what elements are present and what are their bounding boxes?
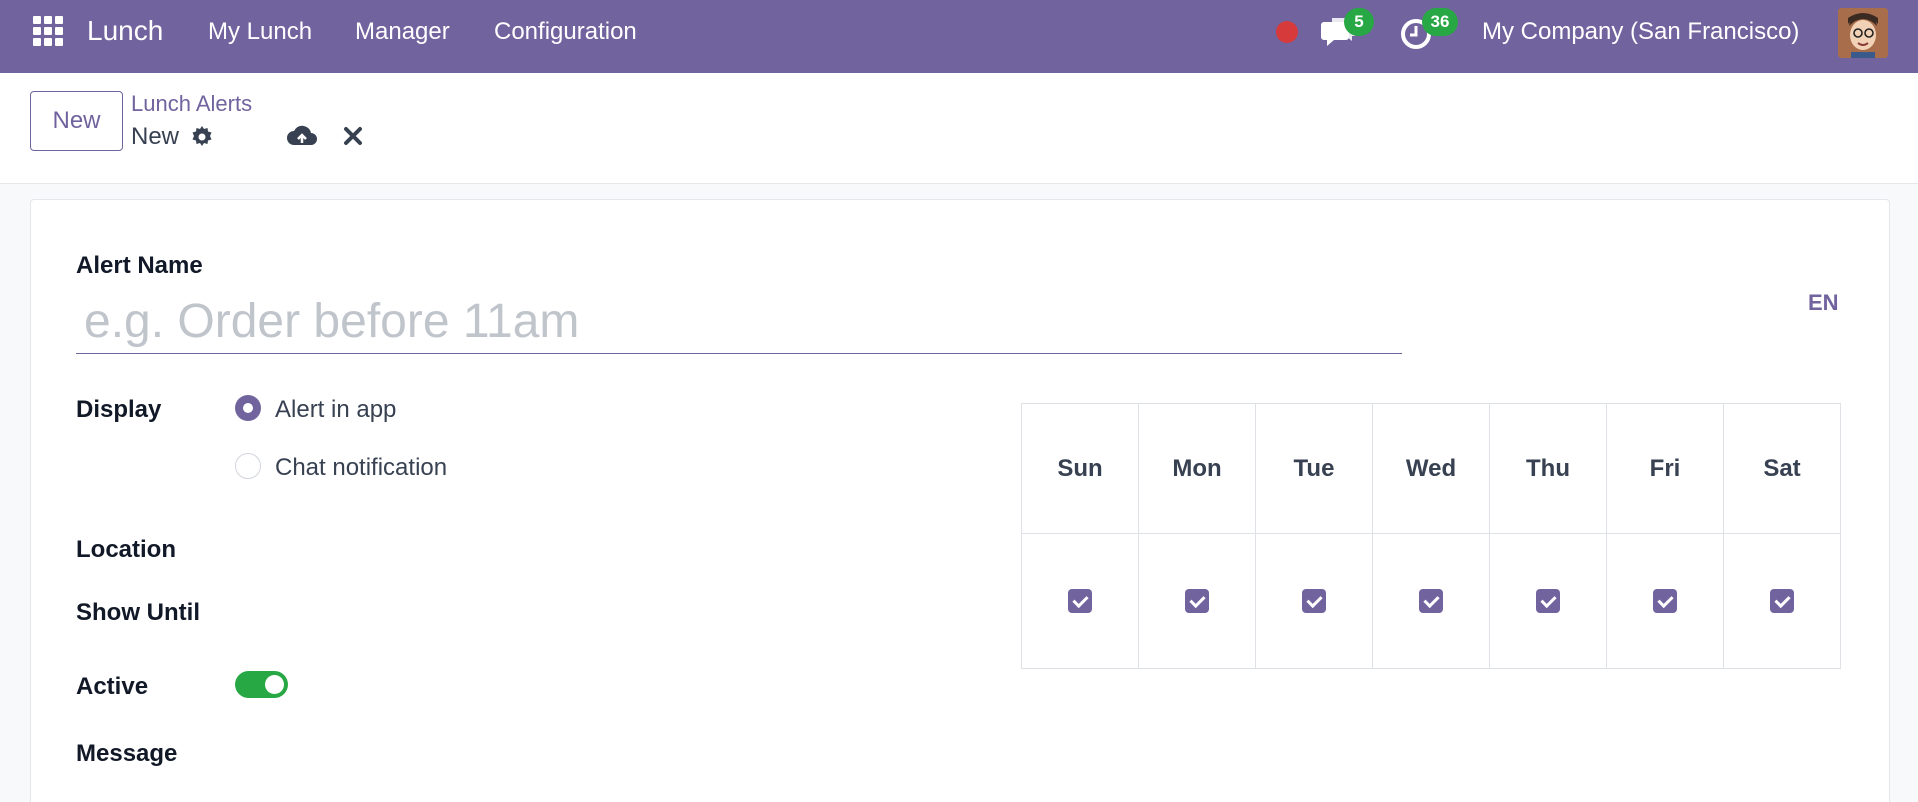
radio-chat-notification-label[interactable]: Chat notification	[275, 454, 447, 482]
day-cell-sat	[1723, 533, 1841, 669]
location-label: Location	[76, 536, 176, 563]
menu-configuration[interactable]: Configuration	[494, 18, 637, 46]
menu-my-lunch[interactable]: My Lunch	[208, 18, 312, 46]
apps-menu-icon[interactable]	[33, 16, 63, 46]
active-toggle[interactable]	[235, 671, 288, 698]
message-label: Message	[76, 740, 178, 767]
checkbox-fri[interactable]	[1653, 589, 1677, 613]
activities-count-badge: 36	[1422, 8, 1458, 36]
checkbox-sat[interactable]	[1770, 589, 1794, 613]
radio-chat-notification[interactable]	[235, 453, 261, 479]
gear-icon[interactable]	[190, 125, 214, 149]
alert-name-label: Alert Name	[76, 252, 203, 279]
day-cell-wed	[1372, 533, 1490, 669]
record-name: New	[131, 123, 180, 150]
control-panel: New Lunch Alerts New	[0, 73, 1918, 184]
day-header-wed: Wed	[1372, 403, 1490, 534]
discard-close-icon[interactable]	[342, 125, 364, 147]
day-header-mon: Mon	[1138, 403, 1256, 534]
company-switcher[interactable]: My Company (San Francisco)	[1482, 18, 1799, 46]
new-button[interactable]: New	[30, 91, 123, 151]
active-label: Active	[76, 673, 149, 700]
messages-count-badge: 5	[1344, 8, 1374, 36]
checkbox-sun[interactable]	[1068, 589, 1092, 613]
weekdays-table: Sun Mon Tue Wed Thu Fri Sat	[1021, 403, 1841, 669]
breadcrumb-lunch-alerts[interactable]: Lunch Alerts	[131, 91, 252, 117]
checkbox-thu[interactable]	[1536, 589, 1560, 613]
save-cloud-icon[interactable]	[286, 123, 318, 149]
day-cell-fri	[1606, 533, 1724, 669]
status-indicator[interactable]	[1276, 21, 1298, 43]
app-name[interactable]: Lunch	[87, 15, 163, 47]
day-cell-thu	[1489, 533, 1607, 669]
radio-alert-in-app-label[interactable]: Alert in app	[275, 396, 396, 424]
checkbox-mon[interactable]	[1185, 589, 1209, 613]
day-header-fri: Fri	[1606, 403, 1724, 534]
menu-manager[interactable]: Manager	[355, 18, 450, 46]
day-header-sat: Sat	[1723, 403, 1841, 534]
radio-alert-in-app[interactable]	[235, 395, 261, 421]
alert-name-input[interactable]	[76, 290, 1402, 354]
day-cell-mon	[1138, 533, 1256, 669]
day-cell-tue	[1255, 533, 1373, 669]
top-navbar: Lunch My Lunch Manager Configuration 5 3…	[0, 0, 1918, 73]
avatar-image-icon	[1838, 8, 1888, 58]
day-header-sun: Sun	[1021, 403, 1139, 534]
checkbox-wed[interactable]	[1419, 589, 1443, 613]
show-until-label: Show Until	[76, 599, 200, 626]
language-selector[interactable]: EN	[1808, 290, 1839, 316]
day-header-thu: Thu	[1489, 403, 1607, 534]
checkbox-tue[interactable]	[1302, 589, 1326, 613]
user-avatar[interactable]	[1838, 8, 1888, 58]
day-header-tue: Tue	[1255, 403, 1373, 534]
display-label: Display	[76, 396, 162, 423]
day-cell-sun	[1021, 533, 1139, 669]
